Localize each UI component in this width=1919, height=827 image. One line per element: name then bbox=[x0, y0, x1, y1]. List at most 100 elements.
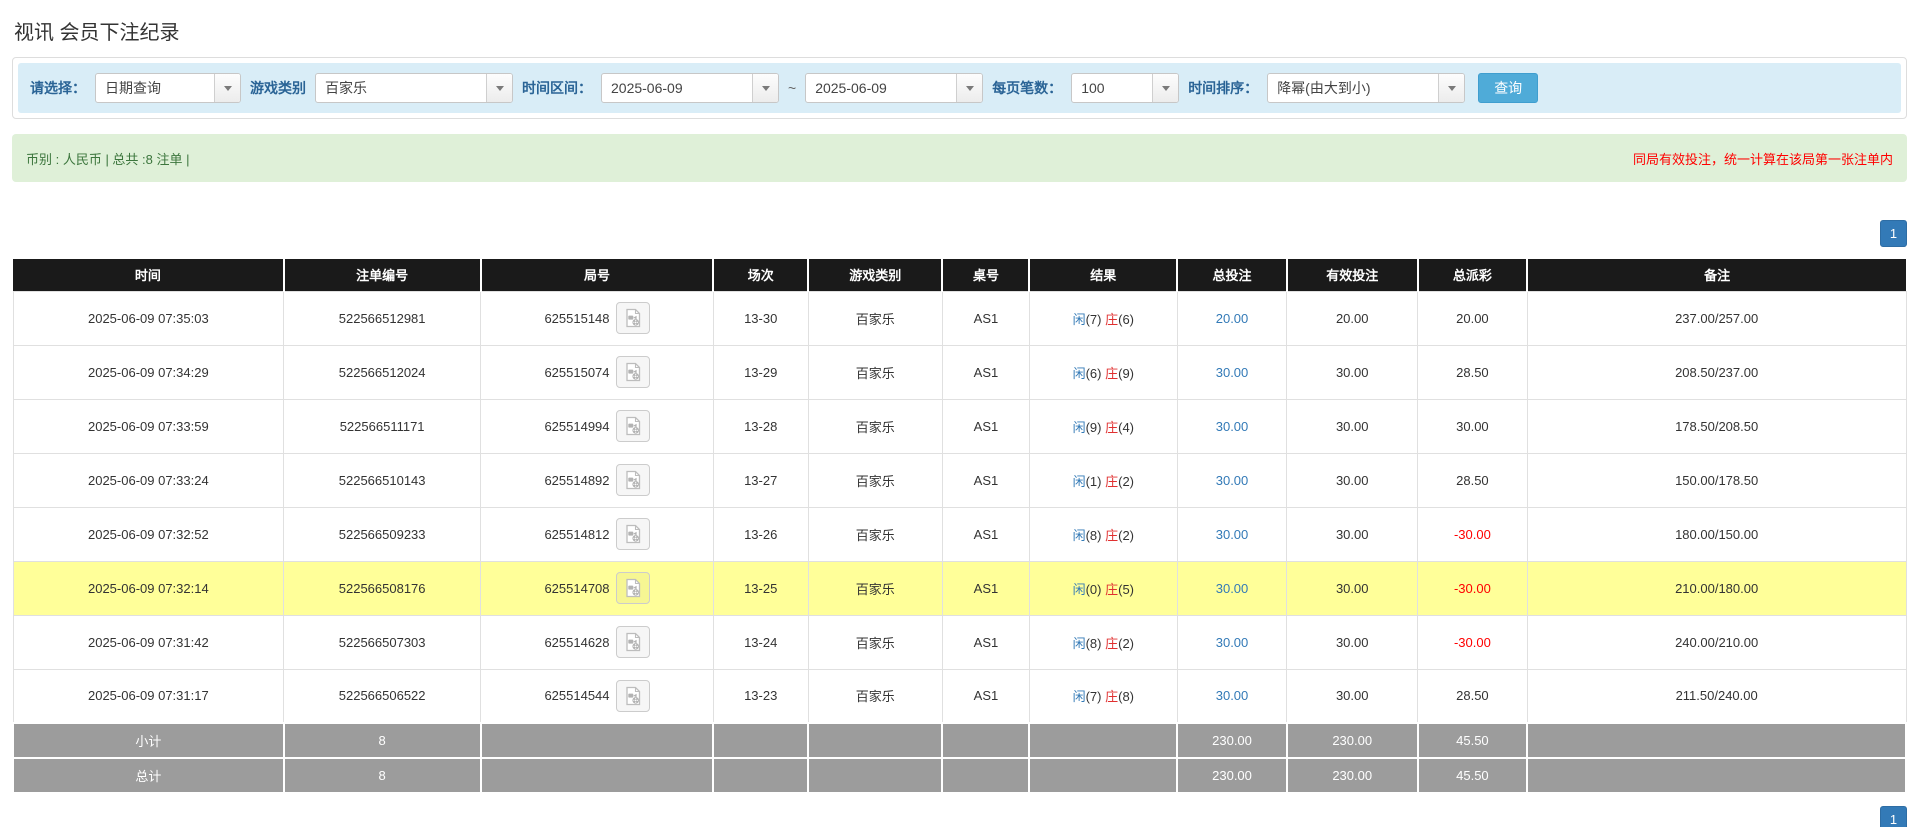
page-size-select[interactable]: 100 bbox=[1071, 73, 1179, 103]
banker-result-label: 庄 bbox=[1105, 689, 1118, 704]
video-file-icon bbox=[623, 686, 643, 706]
cell-payout: 28.50 bbox=[1418, 453, 1528, 507]
cell-round-id: 625514994 bbox=[481, 399, 714, 453]
total-bet-link[interactable]: 30.00 bbox=[1216, 581, 1249, 596]
cell-result: 闲(0) 庄(5) bbox=[1029, 561, 1177, 615]
col-header-valid-bet: 有效投注 bbox=[1287, 259, 1418, 291]
date-to-value: 2025-06-09 bbox=[806, 74, 956, 102]
cell-time: 2025-06-09 07:32:52 bbox=[13, 507, 284, 561]
total-valid-bet: 230.00 bbox=[1287, 758, 1418, 793]
page-button-1[interactable]: 1 bbox=[1880, 220, 1907, 247]
cell-table-no: AS1 bbox=[942, 669, 1029, 723]
video-replay-button[interactable] bbox=[616, 302, 650, 334]
cell-note: 210.00/180.00 bbox=[1527, 561, 1906, 615]
col-header-total-bet: 总投注 bbox=[1177, 259, 1287, 291]
col-header-bet-id: 注单编号 bbox=[284, 259, 481, 291]
time-range-label: 时间区间： bbox=[522, 78, 592, 98]
chevron-down-icon[interactable] bbox=[214, 74, 240, 102]
video-replay-button[interactable] bbox=[616, 356, 650, 388]
cell-total-bet: 20.00 bbox=[1177, 291, 1287, 345]
cell-table-no: AS1 bbox=[942, 507, 1029, 561]
cell-round-id: 625514812 bbox=[481, 507, 714, 561]
chevron-down-icon[interactable] bbox=[486, 74, 512, 102]
betting-records-table: 时间 注单编号 局号 场次 游戏类别 桌号 结果 总投注 有效投注 总派彩 备注… bbox=[12, 259, 1907, 794]
game-type-select[interactable]: 百家乐 bbox=[315, 73, 513, 103]
cell-valid-bet: 30.00 bbox=[1287, 399, 1418, 453]
query-type-label: 请选择： bbox=[30, 78, 86, 98]
video-replay-button[interactable] bbox=[616, 680, 650, 712]
page-button-1[interactable]: 1 bbox=[1880, 806, 1907, 827]
video-replay-button[interactable] bbox=[616, 572, 650, 604]
cell-valid-bet: 30.00 bbox=[1287, 615, 1418, 669]
total-row: 总计 8 230.00 230.00 45.50 bbox=[13, 758, 1906, 793]
table-row: 2025-06-09 07:33:24 522566510143 6255148… bbox=[13, 453, 1906, 507]
total-bet-link[interactable]: 30.00 bbox=[1216, 419, 1249, 434]
subtotal-label: 小计 bbox=[13, 723, 284, 758]
cell-note: 178.50/208.50 bbox=[1527, 399, 1906, 453]
cell-game-type: 百家乐 bbox=[808, 345, 942, 399]
video-file-icon bbox=[623, 416, 643, 436]
time-sort-select[interactable]: 降幂(由大到小) bbox=[1267, 73, 1465, 103]
cell-note: 240.00/210.00 bbox=[1527, 615, 1906, 669]
cell-payout: -30.00 bbox=[1418, 507, 1528, 561]
cell-payout: 30.00 bbox=[1418, 399, 1528, 453]
player-result-label: 闲 bbox=[1073, 636, 1086, 651]
cell-note: 237.00/257.00 bbox=[1527, 291, 1906, 345]
cell-session: 13-27 bbox=[713, 453, 808, 507]
total-bet-link[interactable]: 30.00 bbox=[1216, 527, 1249, 542]
video-replay-button[interactable] bbox=[616, 518, 650, 550]
video-replay-button[interactable] bbox=[616, 626, 650, 658]
cell-result: 闲(7) 庄(6) bbox=[1029, 291, 1177, 345]
pagination-top: 1 bbox=[12, 220, 1907, 247]
game-type-label: 游戏类别 bbox=[250, 78, 306, 98]
chevron-down-icon[interactable] bbox=[956, 74, 982, 102]
cell-session: 13-30 bbox=[713, 291, 808, 345]
cell-payout: 28.50 bbox=[1418, 669, 1528, 723]
cell-time: 2025-06-09 07:35:03 bbox=[13, 291, 284, 345]
table-body: 2025-06-09 07:35:03 522566512981 6255151… bbox=[13, 291, 1906, 723]
banker-result-label: 庄 bbox=[1105, 420, 1118, 435]
total-bet-link[interactable]: 30.00 bbox=[1216, 688, 1249, 703]
video-replay-button[interactable] bbox=[616, 410, 650, 442]
banker-result-label: 庄 bbox=[1105, 474, 1118, 489]
search-button[interactable]: 查询 bbox=[1478, 73, 1538, 103]
col-header-table-no: 桌号 bbox=[942, 259, 1029, 291]
player-result-label: 闲 bbox=[1073, 312, 1086, 327]
total-label: 总计 bbox=[13, 758, 284, 793]
chevron-down-icon[interactable] bbox=[1438, 74, 1464, 102]
banker-result-label: 庄 bbox=[1105, 366, 1118, 381]
col-header-note: 备注 bbox=[1527, 259, 1906, 291]
subtotal-row: 小计 8 230.00 230.00 45.50 bbox=[13, 723, 1906, 758]
banker-result-label: 庄 bbox=[1105, 528, 1118, 543]
total-bet-link[interactable]: 20.00 bbox=[1216, 311, 1249, 326]
query-type-value: 日期查询 bbox=[96, 74, 214, 102]
total-bet-link[interactable]: 30.00 bbox=[1216, 365, 1249, 380]
cell-valid-bet: 30.00 bbox=[1287, 507, 1418, 561]
chevron-down-icon[interactable] bbox=[1152, 74, 1178, 102]
table-row: 2025-06-09 07:35:03 522566512981 6255151… bbox=[13, 291, 1906, 345]
range-tilde: ~ bbox=[788, 80, 796, 96]
cell-time: 2025-06-09 07:32:14 bbox=[13, 561, 284, 615]
cell-note: 180.00/150.00 bbox=[1527, 507, 1906, 561]
total-bet-link[interactable]: 30.00 bbox=[1216, 473, 1249, 488]
cell-round-id: 625514544 bbox=[481, 669, 714, 723]
date-to-picker[interactable]: 2025-06-09 bbox=[805, 73, 983, 103]
date-from-picker[interactable]: 2025-06-09 bbox=[601, 73, 779, 103]
cell-session: 13-29 bbox=[713, 345, 808, 399]
video-file-icon bbox=[623, 578, 643, 598]
player-result-label: 闲 bbox=[1073, 474, 1086, 489]
total-payout: 45.50 bbox=[1418, 758, 1528, 793]
cell-valid-bet: 30.00 bbox=[1287, 345, 1418, 399]
total-bet-link[interactable]: 30.00 bbox=[1216, 635, 1249, 650]
player-result-label: 闲 bbox=[1073, 366, 1086, 381]
cell-game-type: 百家乐 bbox=[808, 561, 942, 615]
query-type-select[interactable]: 日期查询 bbox=[95, 73, 241, 103]
chevron-down-icon[interactable] bbox=[752, 74, 778, 102]
col-header-session: 场次 bbox=[713, 259, 808, 291]
col-header-game-type: 游戏类别 bbox=[808, 259, 942, 291]
video-replay-button[interactable] bbox=[616, 464, 650, 496]
table-row: 2025-06-09 07:32:52 522566509233 6255148… bbox=[13, 507, 1906, 561]
table-row: 2025-06-09 07:32:14 522566508176 6255147… bbox=[13, 561, 1906, 615]
cell-result: 闲(8) 庄(2) bbox=[1029, 615, 1177, 669]
cell-valid-bet: 30.00 bbox=[1287, 669, 1418, 723]
